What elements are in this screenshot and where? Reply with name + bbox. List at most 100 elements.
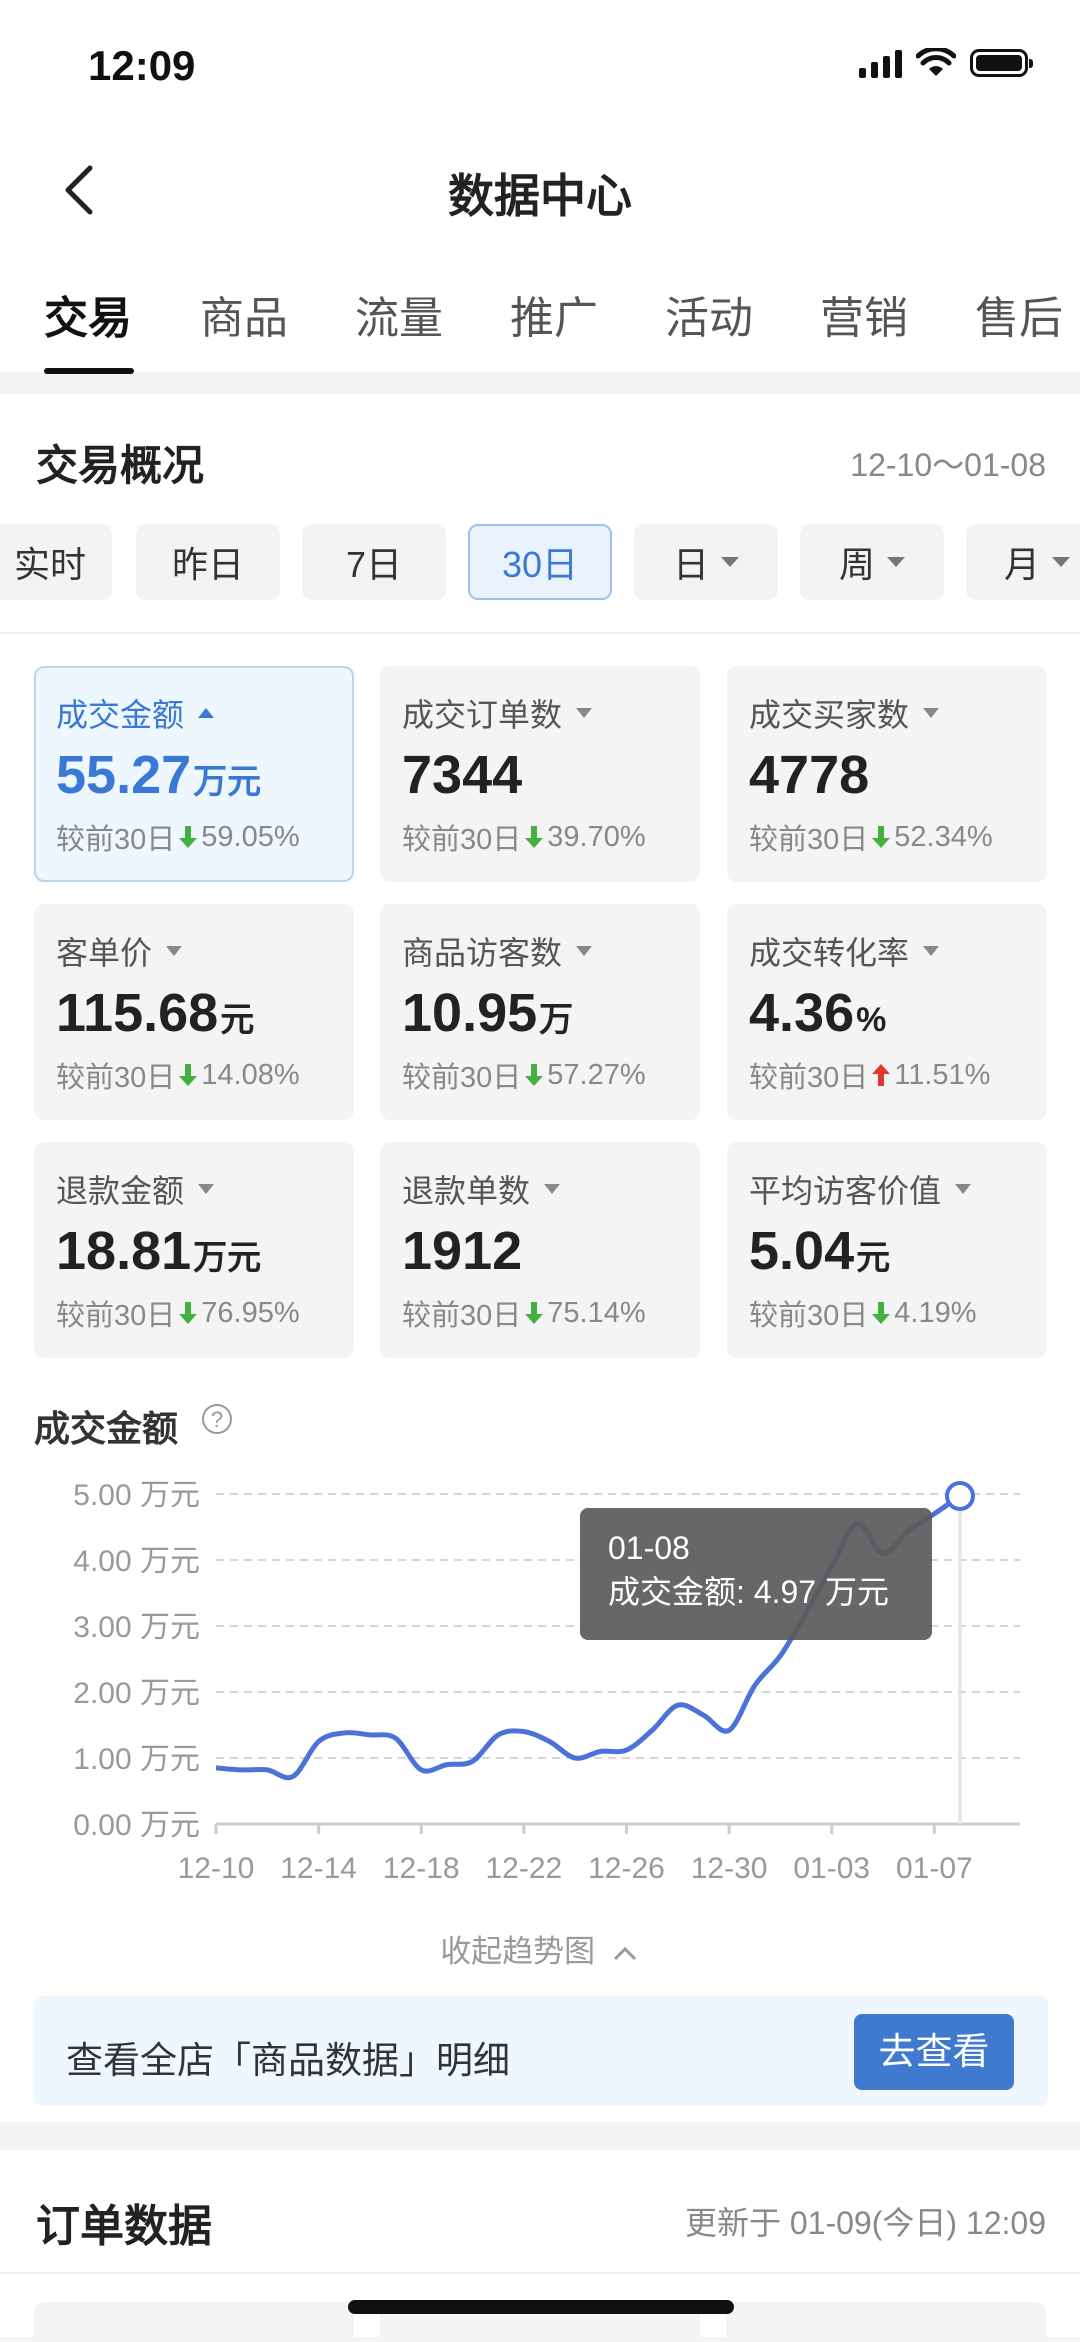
metric-label: 成交金额 <box>56 690 352 736</box>
y-tick-label: 3.00 万元 <box>73 1611 200 1644</box>
metric-unit: 万元 <box>193 763 262 801</box>
arrow-down-icon <box>179 1064 198 1086</box>
arrow-down-icon <box>525 826 544 848</box>
arrow-down-icon <box>179 826 198 848</box>
order-metric-card <box>726 2302 1046 2342</box>
data-point <box>726 1727 732 1733</box>
metric-card-refund-orders[interactable]: 退款单数 1912 较前30日 75.14% <box>380 1142 700 1358</box>
updated-time: 更新于 01-09(今日) 12:09 <box>684 2205 1046 2241</box>
data-point <box>777 1653 783 1659</box>
page-title: 数据中心 <box>448 170 632 222</box>
metric-card-visitors[interactable]: 商品访客数 10.95万 较前30日 57.27% <box>380 904 700 1120</box>
data-point <box>264 1767 270 1773</box>
tab-traffic[interactable]: 流量 <box>355 282 443 346</box>
data-point <box>213 1765 219 1771</box>
period-30d[interactable]: 30日 <box>468 524 612 600</box>
x-tick-label: 01-03 <box>793 1852 870 1885</box>
x-tick-label: 12-14 <box>280 1852 357 1885</box>
metric-compare: 较前30日 59.05% <box>56 820 300 857</box>
wifi-icon <box>916 48 956 76</box>
metric-compare: 较前30日 76.95% <box>56 1296 300 1333</box>
period-week-dropdown[interactable]: 周 <box>800 524 944 600</box>
category-tabs: 交易 商品 流量 推广 活动 营销 售后 <box>0 282 1080 374</box>
period-month-dropdown[interactable]: 月 <box>966 524 1080 600</box>
tab-promotion[interactable]: 推广 <box>510 282 598 346</box>
arrow-down-icon <box>179 1302 198 1324</box>
metric-value: 7344 <box>402 745 523 805</box>
y-tick-label: 0.00 万元 <box>73 1809 200 1842</box>
x-tick-label: 12-26 <box>588 1852 665 1885</box>
arrow-down-icon <box>872 826 891 848</box>
caret-down-icon <box>166 946 183 956</box>
data-point <box>341 1730 347 1736</box>
data-point <box>931 1511 937 1517</box>
data-point <box>444 1762 450 1768</box>
metric-card-orders[interactable]: 成交订单数 7344 较前30日 39.70% <box>380 666 700 882</box>
caret-down-icon <box>955 1184 972 1194</box>
metric-card-aov[interactable]: 客单价 115.68元 较前30日 14.08% <box>34 904 354 1120</box>
x-tick-label: 12-30 <box>691 1852 768 1885</box>
metric-value: 55.27万元 <box>56 745 262 805</box>
data-point <box>598 1748 604 1754</box>
metric-card-buyers[interactable]: 成交买家数 4778 较前30日 52.34% <box>727 666 1047 882</box>
caret-down-icon <box>576 946 593 956</box>
view-button[interactable]: 去查看 <box>854 2014 1014 2090</box>
data-point <box>393 1735 399 1741</box>
tab-marketing[interactable]: 营销 <box>820 282 908 346</box>
tab-after-sales[interactable]: 售后 <box>975 282 1063 346</box>
arrow-down-icon <box>872 1302 891 1324</box>
period-day-dropdown[interactable]: 日 <box>634 524 778 600</box>
data-point <box>649 1727 655 1733</box>
chart-title: 成交金额 <box>34 1408 179 1449</box>
data-point <box>470 1758 476 1764</box>
metric-card-gmv[interactable]: 成交金额 55.27万元较前30日 59.05% <box>34 666 354 882</box>
collapse-chart-button[interactable]: 收起趋势图 <box>0 1926 1080 1971</box>
metric-label: 客单价 <box>56 928 354 974</box>
order-metric-card <box>34 2302 354 2342</box>
data-point <box>521 1729 527 1735</box>
metric-compare: 较前30日 4.19% <box>749 1296 977 1333</box>
y-tick-label: 5.00 万元 <box>73 1479 200 1512</box>
banner-text: 查看全店「商品数据」明细 <box>66 2040 510 2081</box>
metric-unit: % <box>856 1001 887 1039</box>
metric-compare: 较前30日 52.34% <box>749 820 993 857</box>
data-point <box>572 1755 578 1761</box>
data-point <box>495 1732 501 1738</box>
divider <box>0 632 1080 634</box>
metric-card-visitor-value[interactable]: 平均访客价值 5.04元 较前30日 4.19% <box>727 1142 1047 1358</box>
x-tick-label: 12-18 <box>383 1852 460 1885</box>
data-point <box>623 1747 629 1753</box>
help-icon[interactable]: ? <box>202 1404 232 1434</box>
metric-label: 商品访客数 <box>402 928 700 974</box>
metric-label: 成交订单数 <box>402 690 700 736</box>
caret-down-icon <box>576 708 593 718</box>
tab-active-indicator <box>44 368 134 374</box>
metric-card-conversion[interactable]: 成交转化率 4.36% 较前30日 11.51% <box>727 904 1047 1120</box>
metric-unit: 元 <box>856 1239 891 1277</box>
data-point <box>418 1767 424 1773</box>
caret-down-icon <box>544 1184 561 1194</box>
home-indicator[interactable] <box>348 2300 734 2314</box>
tab-activity[interactable]: 活动 <box>665 282 753 346</box>
tab-goods[interactable]: 商品 <box>200 282 288 346</box>
x-tick-label: 01-07 <box>896 1852 973 1885</box>
data-point <box>239 1767 245 1773</box>
chevron-down-icon <box>1052 557 1071 567</box>
y-tick-label: 1.00 万元 <box>73 1743 200 1776</box>
divider <box>0 2272 1080 2274</box>
metric-card-refund-amount[interactable]: 退款金额 18.81万元 较前30日 76.95% <box>34 1142 354 1358</box>
chevron-up-icon <box>613 1946 636 1960</box>
metric-unit: 万 <box>539 1001 574 1039</box>
metric-value: 18.81万元 <box>56 1221 262 1281</box>
period-yesterday[interactable]: 昨日 <box>136 524 280 600</box>
metric-compare: 较前30日 11.51% <box>749 1058 991 1095</box>
chart-tooltip: 01-08 成交金额: 4.97 万元 <box>580 1508 932 1640</box>
x-tick-label: 12-10 <box>178 1852 255 1885</box>
tooltip-value: 成交金额: 4.97 万元 <box>608 1574 889 1610</box>
metric-value: 4778 <box>749 745 870 805</box>
tab-trade[interactable]: 交易 <box>44 282 132 346</box>
period-7d[interactable]: 7日 <box>302 524 446 600</box>
status-icons <box>859 48 1033 78</box>
period-realtime[interactable]: 实时 <box>0 524 112 600</box>
y-tick-label: 2.00 万元 <box>73 1677 200 1710</box>
